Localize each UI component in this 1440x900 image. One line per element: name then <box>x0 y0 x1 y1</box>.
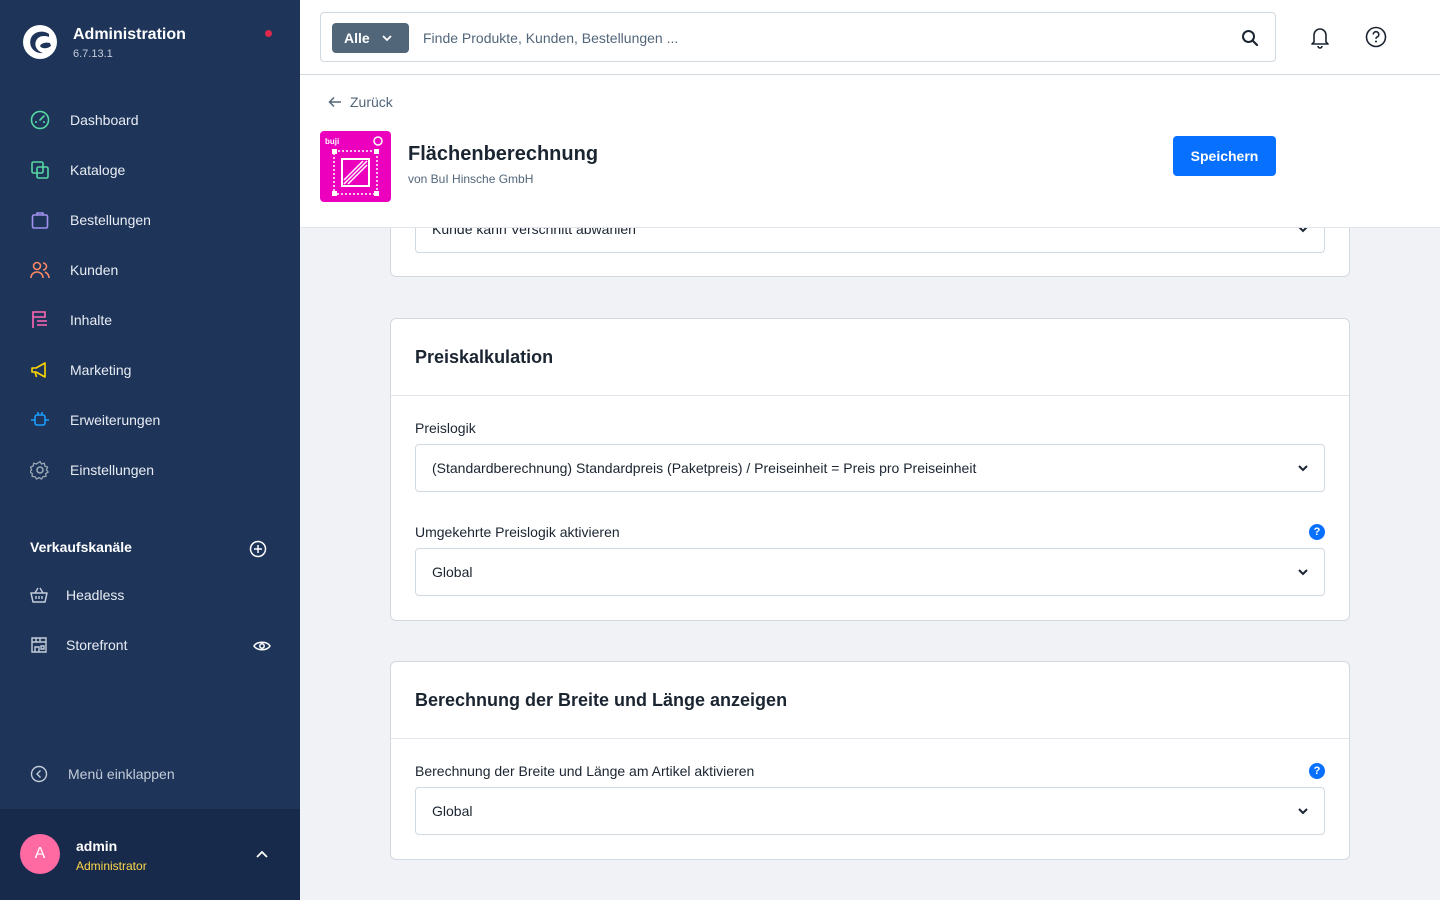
basket-icon <box>30 587 48 603</box>
page-header: Zurück buji Flächenberechnung von BuI Hi… <box>300 75 1440 228</box>
top-bar: Alle <box>300 0 1440 75</box>
help-icon[interactable] <box>1365 26 1387 48</box>
select-value: (Standardberechnung) Standardpreis (Pake… <box>432 460 977 476</box>
chevron-left-circle-icon <box>30 765 48 783</box>
sidebar: Administration 6.7.13.1 Dashboard Katalo… <box>0 0 300 900</box>
select-reverse-logic[interactable]: Global <box>415 548 1325 596</box>
nav-label: Kunden <box>70 262 119 278</box>
bag-icon <box>31 212 49 229</box>
area-calculation-logo-icon: buji <box>325 136 383 196</box>
channel-label: Headless <box>66 587 125 603</box>
user-menu[interactable]: A admin Administrator <box>0 809 300 900</box>
collapse-menu-button[interactable]: Menü einklappen <box>30 765 175 783</box>
plug-icon <box>31 412 49 426</box>
collapse-label: Menü einklappen <box>68 766 175 782</box>
content-icon <box>32 311 47 328</box>
app-title: Administration <box>73 25 186 43</box>
channel-label: Storefront <box>66 637 128 653</box>
card-title: Berechnung der Breite und Länge anzeigen <box>391 662 1349 739</box>
gear-icon <box>30 460 49 480</box>
plugin-icon: buji <box>320 131 391 202</box>
eye-icon[interactable] <box>253 638 271 654</box>
nav-item-inhalte[interactable]: Inhalte <box>0 295 300 345</box>
nav-item-kataloge[interactable]: Kataloge <box>0 145 300 195</box>
brand[interactable]: Administration 6.7.13.1 <box>22 24 186 60</box>
bell-icon[interactable] <box>1309 25 1331 49</box>
catalogue-icon <box>31 161 49 179</box>
app-version: 6.7.13.1 <box>73 47 113 60</box>
nav-label: Inhalte <box>70 312 113 328</box>
chevron-down-icon <box>1298 808 1308 815</box>
search-input[interactable] <box>423 23 1223 53</box>
select-dimension-enable[interactable]: Global <box>415 787 1325 835</box>
card-title: Preiskalkulation <box>391 319 1349 396</box>
dashboard-icon <box>30 110 50 130</box>
back-label: Zurück <box>350 94 393 110</box>
users-icon <box>30 261 50 279</box>
help-tooltip-icon[interactable]: ? <box>1309 524 1325 540</box>
sales-channel-storefront[interactable]: Storefront <box>30 636 127 654</box>
add-circle-icon[interactable] <box>249 540 267 558</box>
field-label-price-logic: Preislogik <box>415 420 476 436</box>
nav-item-bestellungen[interactable]: Bestellungen <box>0 195 300 245</box>
select-value: Global <box>432 564 473 580</box>
nav-label: Bestellungen <box>70 212 151 228</box>
field-label-reverse-logic: Umgekehrte Preislogik aktivieren <box>415 524 620 540</box>
global-search: Alle <box>320 12 1276 62</box>
select-value: Global <box>432 803 473 819</box>
save-button[interactable]: Speichern <box>1173 136 1276 176</box>
sales-channels-title: Verkaufskanäle <box>30 539 132 555</box>
page-title: Flächenberechnung <box>408 143 599 165</box>
user-role: Administrator <box>76 859 147 873</box>
select-waste-option[interactable]: Kunde kann Verschnitt abwählen <box>415 228 1325 253</box>
chevron-up-icon <box>256 850 268 858</box>
avatar: A <box>20 834 60 874</box>
nav-label: Erweiterungen <box>70 412 161 428</box>
nav-item-kunden[interactable]: Kunden <box>0 245 300 295</box>
plugin-vendor: von BuI Hinsche GmbH <box>408 172 534 186</box>
nav-label: Kataloge <box>70 162 126 178</box>
nav-label: Dashboard <box>70 112 139 128</box>
search-type-label: Alle <box>344 30 370 46</box>
main-nav: Dashboard Kataloge Bestellungen Kunden I… <box>0 95 300 495</box>
storefront-icon <box>31 637 47 653</box>
sales-channel-headless[interactable]: Headless <box>30 586 124 604</box>
search-icon[interactable] <box>1241 29 1259 47</box>
settings-content[interactable]: Kunde kann Verschnitt abwählen Preiskalk… <box>300 228 1440 900</box>
select-price-logic[interactable]: (Standardberechnung) Standardpreis (Pake… <box>415 444 1325 492</box>
nav-item-erweiterungen[interactable]: Erweiterungen <box>0 395 300 445</box>
nav-item-einstellungen[interactable]: Einstellungen <box>0 445 300 495</box>
card-price-calculation: Preiskalkulation Preislogik (Standardber… <box>390 318 1350 621</box>
nav-item-dashboard[interactable]: Dashboard <box>0 95 300 145</box>
megaphone-icon <box>31 362 46 378</box>
nav-label: Einstellungen <box>70 462 155 478</box>
arrow-left-icon <box>328 96 341 108</box>
field-label-dimension-enable: Berechnung der Breite und Länge am Artik… <box>415 763 755 779</box>
plugin-icon-text: buji <box>325 137 339 146</box>
nav-label: Marketing <box>70 362 132 378</box>
help-tooltip-icon[interactable]: ? <box>1309 763 1325 779</box>
card-dimension-display: Berechnung der Breite und Länge anzeigen… <box>390 661 1350 860</box>
nav-item-marketing[interactable]: Marketing <box>0 345 300 395</box>
card-previous-section: Kunde kann Verschnitt abwählen <box>390 228 1350 277</box>
chevron-down-icon <box>1298 228 1308 233</box>
chevron-down-icon <box>1298 569 1308 576</box>
user-name: admin <box>76 838 118 854</box>
search-type-select[interactable]: Alle <box>332 23 409 53</box>
select-value: Kunde kann Verschnitt abwählen <box>432 228 636 237</box>
chevron-down-icon <box>382 34 392 41</box>
chevron-down-icon <box>1298 465 1308 472</box>
shopware-logo-icon <box>23 25 57 59</box>
back-link[interactable]: Zurück <box>328 94 393 110</box>
notification-dot <box>265 30 272 37</box>
